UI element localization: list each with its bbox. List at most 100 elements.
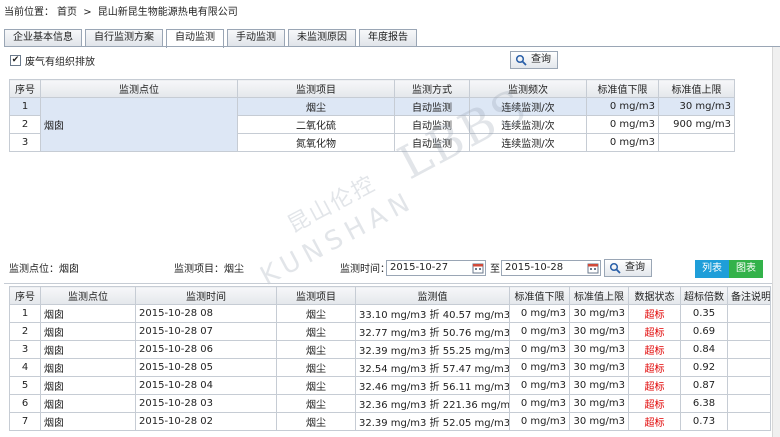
- row-note: [727, 376, 771, 395]
- row-time: 2015-10-28 03: [135, 394, 277, 413]
- start-date-input[interactable]: 2015-10-27: [386, 260, 486, 276]
- row-item: 烟尘: [276, 304, 356, 323]
- row-point: 烟囱: [40, 97, 238, 152]
- row-point: 烟囱: [40, 358, 136, 377]
- col-header-low: 标准值下限: [586, 79, 659, 98]
- row-item: 烟尘: [237, 97, 395, 116]
- row-note: [727, 304, 771, 323]
- col-header-item: 监测项目: [237, 79, 395, 98]
- row-item: 烟尘: [276, 322, 356, 341]
- chart-view-button[interactable]: 图表: [729, 260, 763, 278]
- col-header-note: 备注说明: [727, 286, 771, 305]
- row-low: 0 mg/m3: [509, 394, 570, 413]
- tab-panel-border: [4, 46, 780, 47]
- breadcrumb-home-link[interactable]: 首页: [57, 7, 77, 18]
- vertical-scrollbar[interactable]: [772, 47, 780, 437]
- row-note: [727, 412, 771, 431]
- row-status: 超标: [628, 340, 681, 359]
- row-low: 0 mg/m3: [509, 412, 570, 431]
- filter-query-label: 查询: [625, 262, 645, 273]
- tab-not-monitored-reason[interactable]: 未监测原因: [288, 29, 356, 47]
- row-no: 1: [9, 304, 41, 323]
- row-freq: 连续监测/次: [469, 133, 587, 152]
- row-no: 3: [9, 133, 41, 152]
- search-icon: [609, 262, 621, 274]
- list-view-button[interactable]: 列表: [695, 260, 729, 278]
- calendar-icon[interactable]: [587, 262, 599, 274]
- row-method: 自动监测: [394, 133, 470, 152]
- breadcrumb: 当前位置： 首页 > 昆山新昆生物能源热电有限公司: [4, 5, 241, 21]
- row-low: 0 mg/m3: [509, 340, 570, 359]
- row-no: 2: [9, 115, 41, 134]
- row-item: 烟尘: [276, 340, 356, 359]
- date-range-to: 至: [490, 264, 500, 275]
- col-header-freq: 监测频次: [469, 79, 587, 98]
- row-status: 超标: [628, 412, 681, 431]
- table-row[interactable]: 4 烟囱 2015-10-28 05 烟尘 32.54 mg/m3 折 57.4…: [9, 358, 771, 377]
- row-status: 超标: [628, 358, 681, 377]
- col-header-value: 监测值: [355, 286, 510, 305]
- filter-point-label: 监测点位：烟囱: [9, 264, 79, 275]
- top-query-button[interactable]: 查询: [510, 51, 558, 69]
- row-high: [658, 133, 735, 152]
- table-header-row: 序号 监测点位 监测时间 监测项目 监测值 标准值下限 标准值上限 数据状态 超…: [9, 286, 771, 305]
- col-header-high: 标准值上限: [658, 79, 735, 98]
- monitor-data-table: 序号 监测点位 监测时间 监测项目 监测值 标准值下限 标准值上限 数据状态 超…: [9, 286, 771, 431]
- row-high: 30 mg/m3: [569, 412, 629, 431]
- breadcrumb-company: 昆山新昆生物能源热电有限公司: [97, 7, 238, 18]
- row-times: 0.84: [680, 340, 728, 359]
- tab-manual-monitor[interactable]: 手动监测: [227, 29, 285, 47]
- row-item: 氮氧化物: [237, 133, 395, 152]
- row-method: 自动监测: [394, 97, 470, 116]
- row-freq: 连续监测/次: [469, 97, 587, 116]
- row-high: 30 mg/m3: [569, 376, 629, 395]
- monitor-plan-table: 序号 监测点位 监测项目 监测方式 监测频次 标准值下限 标准值上限 1 烟囱 …: [9, 79, 735, 152]
- row-high: 30 mg/m3: [658, 97, 735, 116]
- table-row[interactable]: 2 烟囱 2015-10-28 07 烟尘 32.77 mg/m3 折 50.7…: [9, 322, 771, 341]
- table-row[interactable]: 6 烟囱 2015-10-28 03 烟尘 32.36 mg/m3 折 221.…: [9, 394, 771, 413]
- col-header-point: 监测点位: [40, 286, 136, 305]
- row-no: 6: [9, 394, 41, 413]
- filter-query-button[interactable]: 查询: [604, 259, 652, 277]
- table-row[interactable]: 7 烟囱 2015-10-28 02 烟尘 32.39 mg/m3 折 52.0…: [9, 412, 771, 431]
- row-status: 超标: [628, 394, 681, 413]
- breadcrumb-prefix: 当前位置：: [4, 7, 54, 18]
- row-item: 烟尘: [276, 376, 356, 395]
- row-value: 32.39 mg/m3 折 52.05 mg/m3: [355, 412, 510, 431]
- start-date-value: 2015-10-27: [390, 262, 449, 273]
- row-low: 0 mg/m3: [586, 115, 659, 134]
- table-row[interactable]: 5 烟囱 2015-10-28 04 烟尘 32.46 mg/m3 折 56.1…: [9, 376, 771, 395]
- row-freq: 连续监测/次: [469, 115, 587, 134]
- row-no: 5: [9, 376, 41, 395]
- row-high: 30 mg/m3: [569, 358, 629, 377]
- col-header-status: 数据状态: [628, 286, 681, 305]
- row-low: 0 mg/m3: [586, 97, 659, 116]
- calendar-icon[interactable]: [472, 262, 484, 274]
- row-value: 33.10 mg/m3 折 40.57 mg/m3: [355, 304, 510, 323]
- row-times: 0.73: [680, 412, 728, 431]
- table-row[interactable]: 1 烟囱 2015-10-28 08 烟尘 33.10 mg/m3 折 40.5…: [9, 304, 771, 323]
- breadcrumb-separator: >: [83, 7, 92, 18]
- col-header-time: 监测时间: [135, 286, 277, 305]
- tab-self-monitor-plan[interactable]: 自行监测方案: [85, 29, 163, 47]
- row-times: 0.35: [680, 304, 728, 323]
- row-low: 0 mg/m3: [586, 133, 659, 152]
- col-header-no: 序号: [9, 79, 41, 98]
- filter-time-label: 监测时间：: [340, 264, 390, 275]
- col-header-point: 监测点位: [40, 79, 238, 98]
- filter-item-label: 监测项目：烟尘: [174, 264, 244, 275]
- row-point: 烟囱: [40, 376, 136, 395]
- row-high: 900 mg/m3: [658, 115, 735, 134]
- row-status: 超标: [628, 376, 681, 395]
- emission-checkbox-row[interactable]: ✔ 废气有组织排放: [10, 53, 95, 68]
- emission-checkbox[interactable]: ✔: [10, 54, 21, 66]
- row-point: 烟囱: [40, 322, 136, 341]
- tab-basic-info[interactable]: 企业基本信息: [4, 29, 82, 47]
- table-row[interactable]: 1 烟囱 烟尘 自动监测 连续监测/次 0 mg/m3 30 mg/m3: [9, 97, 735, 152]
- table-row[interactable]: 3 烟囱 2015-10-28 06 烟尘 32.39 mg/m3 折 55.2…: [9, 340, 771, 359]
- end-date-input[interactable]: 2015-10-28: [501, 260, 601, 276]
- tab-annual-report[interactable]: 年度报告: [359, 29, 417, 47]
- row-time: 2015-10-28 02: [135, 412, 277, 431]
- section-divider: [4, 283, 780, 284]
- row-status: 超标: [628, 322, 681, 341]
